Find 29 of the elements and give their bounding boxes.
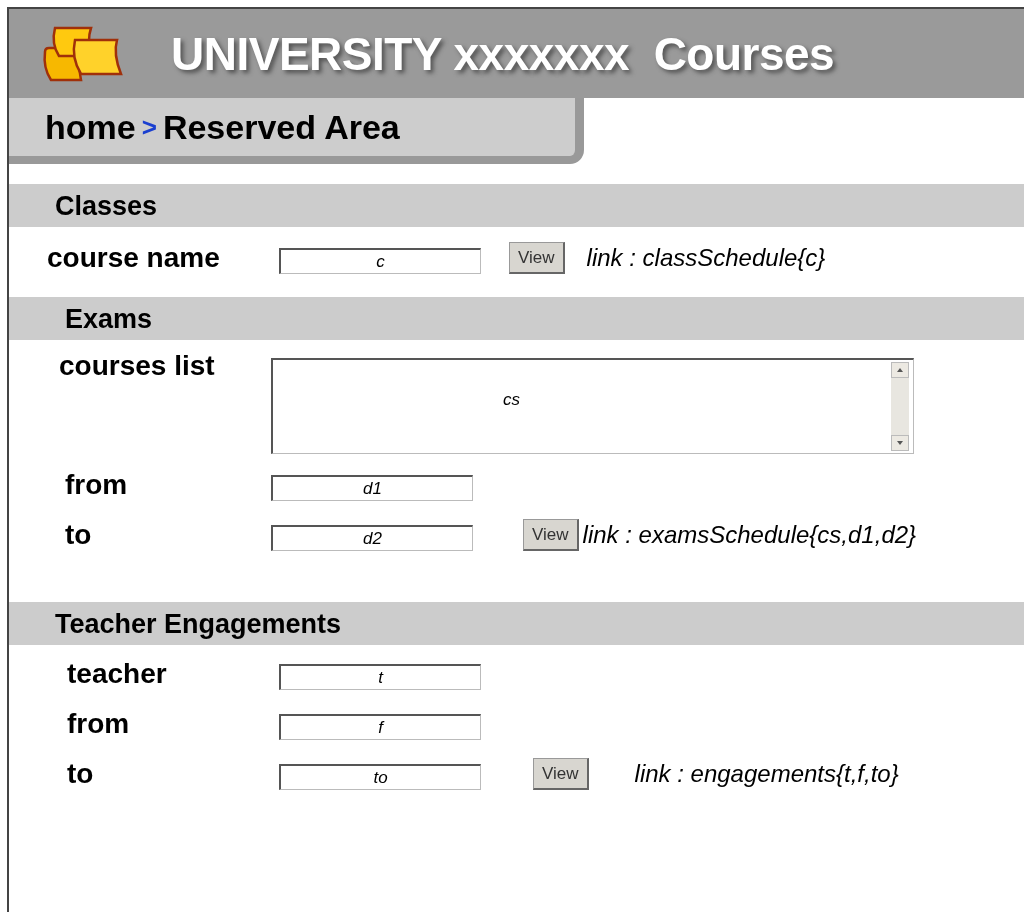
view-button[interactable]: View [533,758,589,790]
section-heading: Classes [9,184,1024,227]
site-title: UNIVERSITY xxxxxxx Courses [171,26,835,81]
field-label: to [65,519,93,551]
breadcrumb-current: Reserved Area [162,107,400,147]
section-heading: Exams [9,297,1024,340]
text-field[interactable]: d1 [271,475,473,501]
section-heading: Teacher Engagements [9,602,1024,645]
field-label: from [67,708,131,740]
home-link[interactable]: home [45,107,136,147]
list-field[interactable]: cs [271,358,914,454]
text-field[interactable]: d2 [271,525,473,551]
view-button[interactable]: View [523,519,579,551]
link-note: link : examsSchedule{cs,d1,d2} [582,521,917,549]
text-field[interactable]: c [279,248,481,274]
text-field[interactable]: f [279,714,481,740]
view-button[interactable]: View [509,242,565,274]
scroll-down-icon[interactable] [891,435,909,451]
text-field[interactable]: t [279,664,481,690]
scroll-up-icon[interactable] [891,362,909,378]
text-field[interactable]: to [279,764,481,790]
field-label: teacher [67,658,168,690]
link-note: link : engagements{t,f,to} [634,760,899,788]
field-label: to [67,758,95,790]
breadcrumb-separator: > [141,111,157,143]
field-label: from [65,469,129,501]
field-label: course name [47,242,221,274]
link-note: link : classSchedule{c} [586,244,826,272]
field-label: courses list [59,350,216,382]
